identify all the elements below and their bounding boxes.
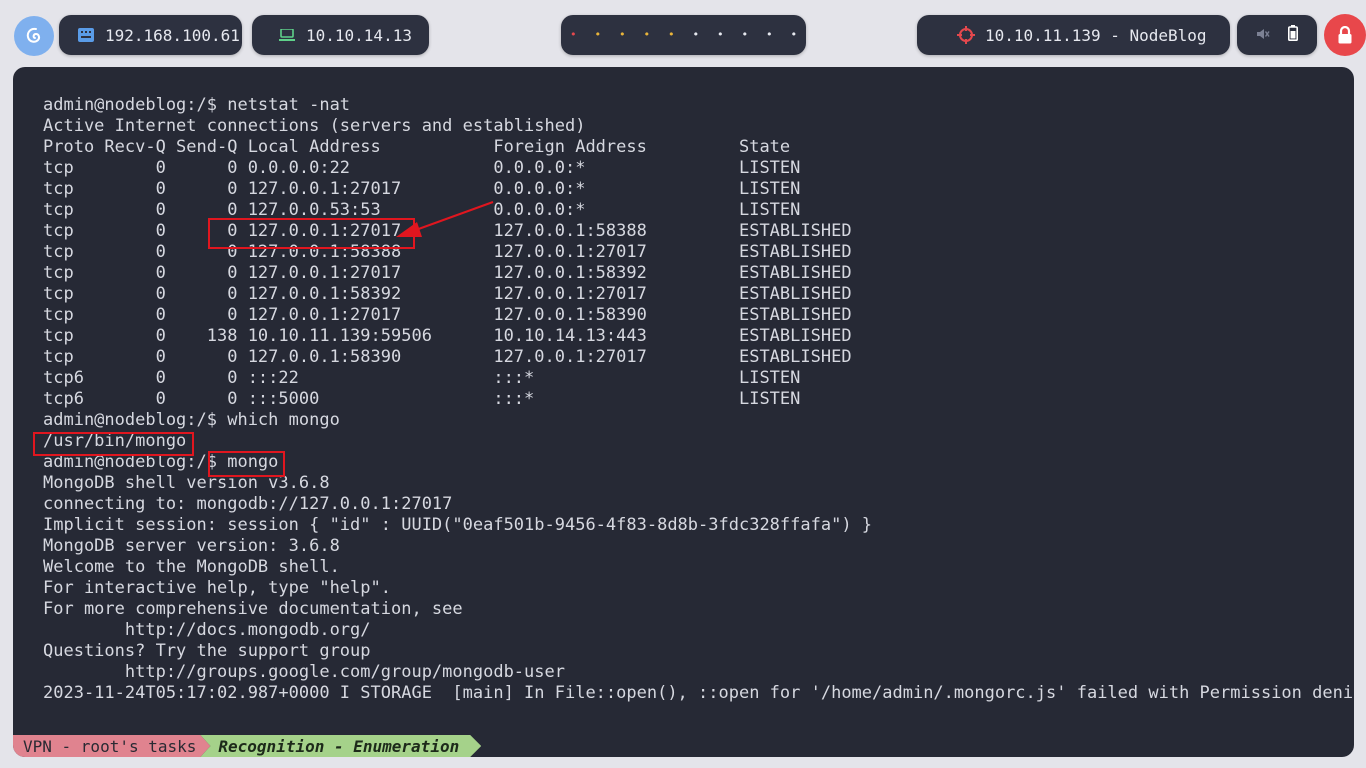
session-tab[interactable]: VPN - root's tasks	[13, 735, 210, 757]
target-widget[interactable]: 10.10.11.139 - NodeBlog	[917, 15, 1230, 55]
terminal-line: tcp 0 0 127.0.0.1:58390 127.0.0.1:27017 …	[43, 347, 852, 367]
annotation-box-mongo-path	[33, 432, 194, 456]
target-text: 10.10.11.139 - NodeBlog	[985, 25, 1207, 45]
lock-icon	[1338, 26, 1352, 44]
terminal-line: /usr/bin/mongo	[43, 431, 187, 451]
workspace-dots: • • • • • • • • • •	[561, 15, 806, 55]
crosshair-target-icon	[957, 26, 975, 44]
local-ip-widget[interactable]: 192.168.100.61	[59, 15, 242, 55]
terminal-line: Active Internet connections (servers and…	[43, 116, 586, 136]
terminal-line: tcp 0 0 127.0.0.1:27017 0.0.0.0:* LISTEN	[43, 179, 801, 199]
terminal-line: http://docs.mongodb.org/	[43, 620, 371, 640]
system-tray[interactable]	[1237, 15, 1317, 55]
network-icon	[77, 26, 95, 44]
status-bar: VPN - root's tasks Recognition - Enumera…	[13, 735, 481, 757]
workspace-dot-6[interactable]: •	[684, 15, 709, 55]
terminal-line: tcp 0 0 0.0.0.0:22 0.0.0.0:* LISTEN	[43, 158, 801, 178]
terminal-line: Welcome to the MongoDB shell.	[43, 557, 340, 577]
annotation-box-mongo-command	[208, 451, 285, 477]
terminal-line: Questions? Try the support group	[43, 641, 371, 661]
terminal-line: connecting to: mongodb://127.0.0.1:27017	[43, 494, 453, 514]
workspace-dot-10[interactable]: •	[782, 15, 807, 55]
terminal-line: For more comprehensive documentation, se…	[43, 599, 463, 619]
terminal-window[interactable]: admin@nodeblog:/$ netstat -nat Active Int…	[13, 67, 1354, 757]
terminal-line: For interactive help, type "help".	[43, 578, 391, 598]
vpn-ip-text: 10.10.14.13	[306, 25, 412, 45]
workspace-dot-9[interactable]: •	[757, 15, 782, 55]
terminal-line: admin@nodeblog:/$ which mongo	[43, 410, 340, 430]
terminal-line: http://groups.google.com/group/mongodb-u…	[43, 662, 565, 682]
local-ip-text: 192.168.100.61	[105, 25, 240, 45]
lock-button[interactable]	[1324, 14, 1366, 56]
session-label: VPN - root's tasks	[23, 736, 197, 756]
annotation-box-local-address	[208, 218, 415, 249]
terminal-line: Implicit session: session { "id" : UUID(…	[43, 515, 873, 535]
workspace-dot-5[interactable]: •	[659, 15, 684, 55]
workspace-dot-2[interactable]: •	[586, 15, 611, 55]
terminal-line: Proto Recv-Q Send-Q Local Address Foreig…	[43, 137, 791, 157]
workspace-dot-4[interactable]: •	[635, 15, 660, 55]
vpn-ip-widget[interactable]: 10.10.14.13	[252, 15, 429, 55]
terminal-line: tcp 0 0 127.0.0.1:27017 127.0.0.1:58392 …	[43, 263, 852, 283]
debian-swirl-icon	[26, 27, 41, 43]
launcher-button[interactable]	[14, 16, 54, 56]
terminal-line: tcp6 0 0 :::5000 :::* LISTEN	[43, 389, 801, 409]
workspace-switcher[interactable]: • • • • • • • • • •	[561, 15, 806, 55]
window-tab-active[interactable]: Recognition - Enumeration	[200, 735, 481, 757]
battery-icon[interactable]	[1288, 25, 1298, 45]
terminal-line: 2023-11-24T05:17:02.987+0000 I STORAGE […	[43, 683, 1354, 703]
window-label: Recognition - Enumeration	[218, 736, 460, 756]
workspace-dot-8[interactable]: •	[733, 15, 758, 55]
terminal-line: tcp 0 138 10.10.11.139:59506 10.10.14.13…	[43, 326, 852, 346]
terminal-line: tcp 0 0 127.0.0.1:58392 127.0.0.1:27017 …	[43, 284, 852, 304]
workspace-dot-7[interactable]: •	[708, 15, 733, 55]
speaker-muted-icon[interactable]	[1256, 26, 1270, 45]
terminal-line: tcp6 0 0 :::22 :::* LISTEN	[43, 368, 801, 388]
terminal-line: MongoDB server version: 3.6.8	[43, 536, 340, 556]
terminal-output[interactable]: admin@nodeblog:/$ netstat -nat Active Int…	[43, 95, 1353, 704]
top-panel: 192.168.100.61 10.10.14.13 • • • • • • • • • • 10…	[0, 0, 1366, 68]
workspace-dot-1[interactable]: •	[561, 15, 586, 55]
terminal-line: tcp 0 0 127.0.0.1:27017 127.0.0.1:58390 …	[43, 305, 852, 325]
workspace-dot-3[interactable]: •	[610, 15, 635, 55]
terminal-line: admin@nodeblog:/$ netstat -nat	[43, 95, 351, 115]
laptop-icon	[278, 26, 296, 44]
